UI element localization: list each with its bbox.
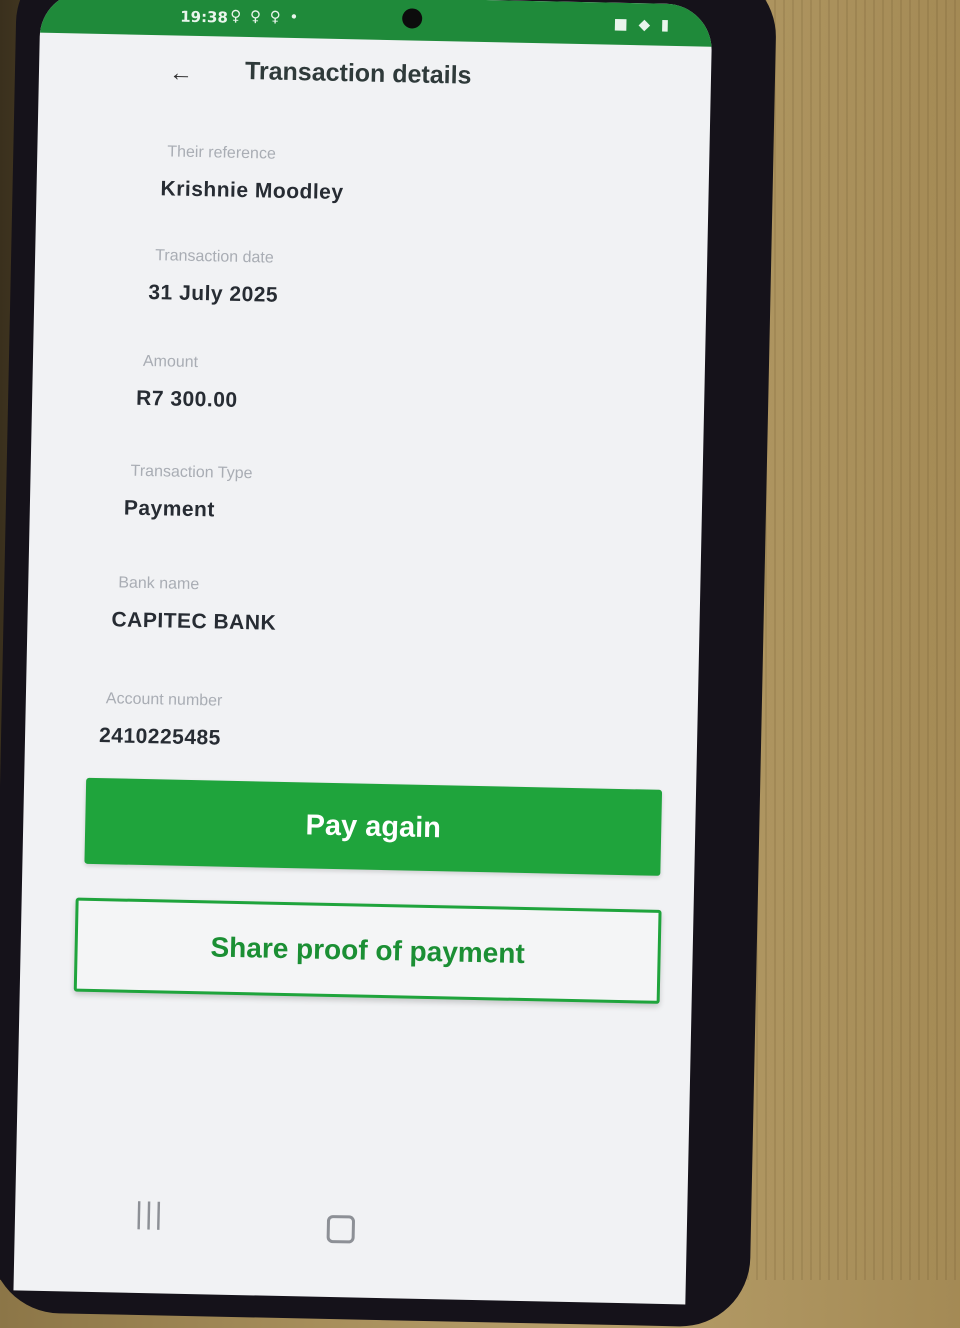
page-title: Transaction details bbox=[244, 56, 472, 90]
system-nav-bar: ||| bbox=[15, 1180, 688, 1254]
recent-apps-icon[interactable]: ||| bbox=[135, 1197, 165, 1232]
field-label-reference: Their reference bbox=[167, 143, 276, 163]
field-value-type: Payment bbox=[123, 496, 216, 522]
field-label-date: Transaction date bbox=[154, 247, 274, 267]
system-status-icons: ■ ◆ ▮ bbox=[613, 14, 673, 34]
phone-device: 19:38 ♀ ♀ ♀ • ■ ◆ ▮ ← Transaction detail… bbox=[0, 0, 778, 1328]
status-bar: 19:38 ♀ ♀ ♀ • ■ ◆ ▮ bbox=[39, 0, 713, 47]
field-value-date: 31 July 2025 bbox=[148, 281, 279, 307]
notification-icons: ♀ ♀ ♀ • bbox=[230, 6, 301, 27]
front-camera bbox=[401, 8, 423, 29]
phone-screen: 19:38 ♀ ♀ ♀ • ■ ◆ ▮ ← Transaction detail… bbox=[13, 0, 713, 1305]
field-label-type: Transaction Type bbox=[130, 462, 253, 483]
back-arrow-icon[interactable]: ← bbox=[169, 59, 194, 87]
field-label-bank: Bank name bbox=[118, 574, 200, 594]
field-value-bank: CAPITEC BANK bbox=[111, 608, 277, 635]
field-label-account: Account number bbox=[105, 690, 223, 710]
app-bar: ← Transaction details bbox=[38, 39, 711, 113]
field-label-amount: Amount bbox=[142, 352, 199, 372]
share-proof-button[interactable]: Share proof of payment bbox=[73, 897, 662, 1004]
field-value-reference: Krishnie Moodley bbox=[160, 177, 344, 205]
home-icon[interactable] bbox=[326, 1214, 356, 1244]
field-value-account: 2410225485 bbox=[98, 724, 222, 750]
status-time: 19:38 bbox=[179, 7, 229, 27]
pay-again-button[interactable]: Pay again bbox=[84, 777, 663, 876]
field-value-amount: R7 300.00 bbox=[135, 386, 238, 412]
